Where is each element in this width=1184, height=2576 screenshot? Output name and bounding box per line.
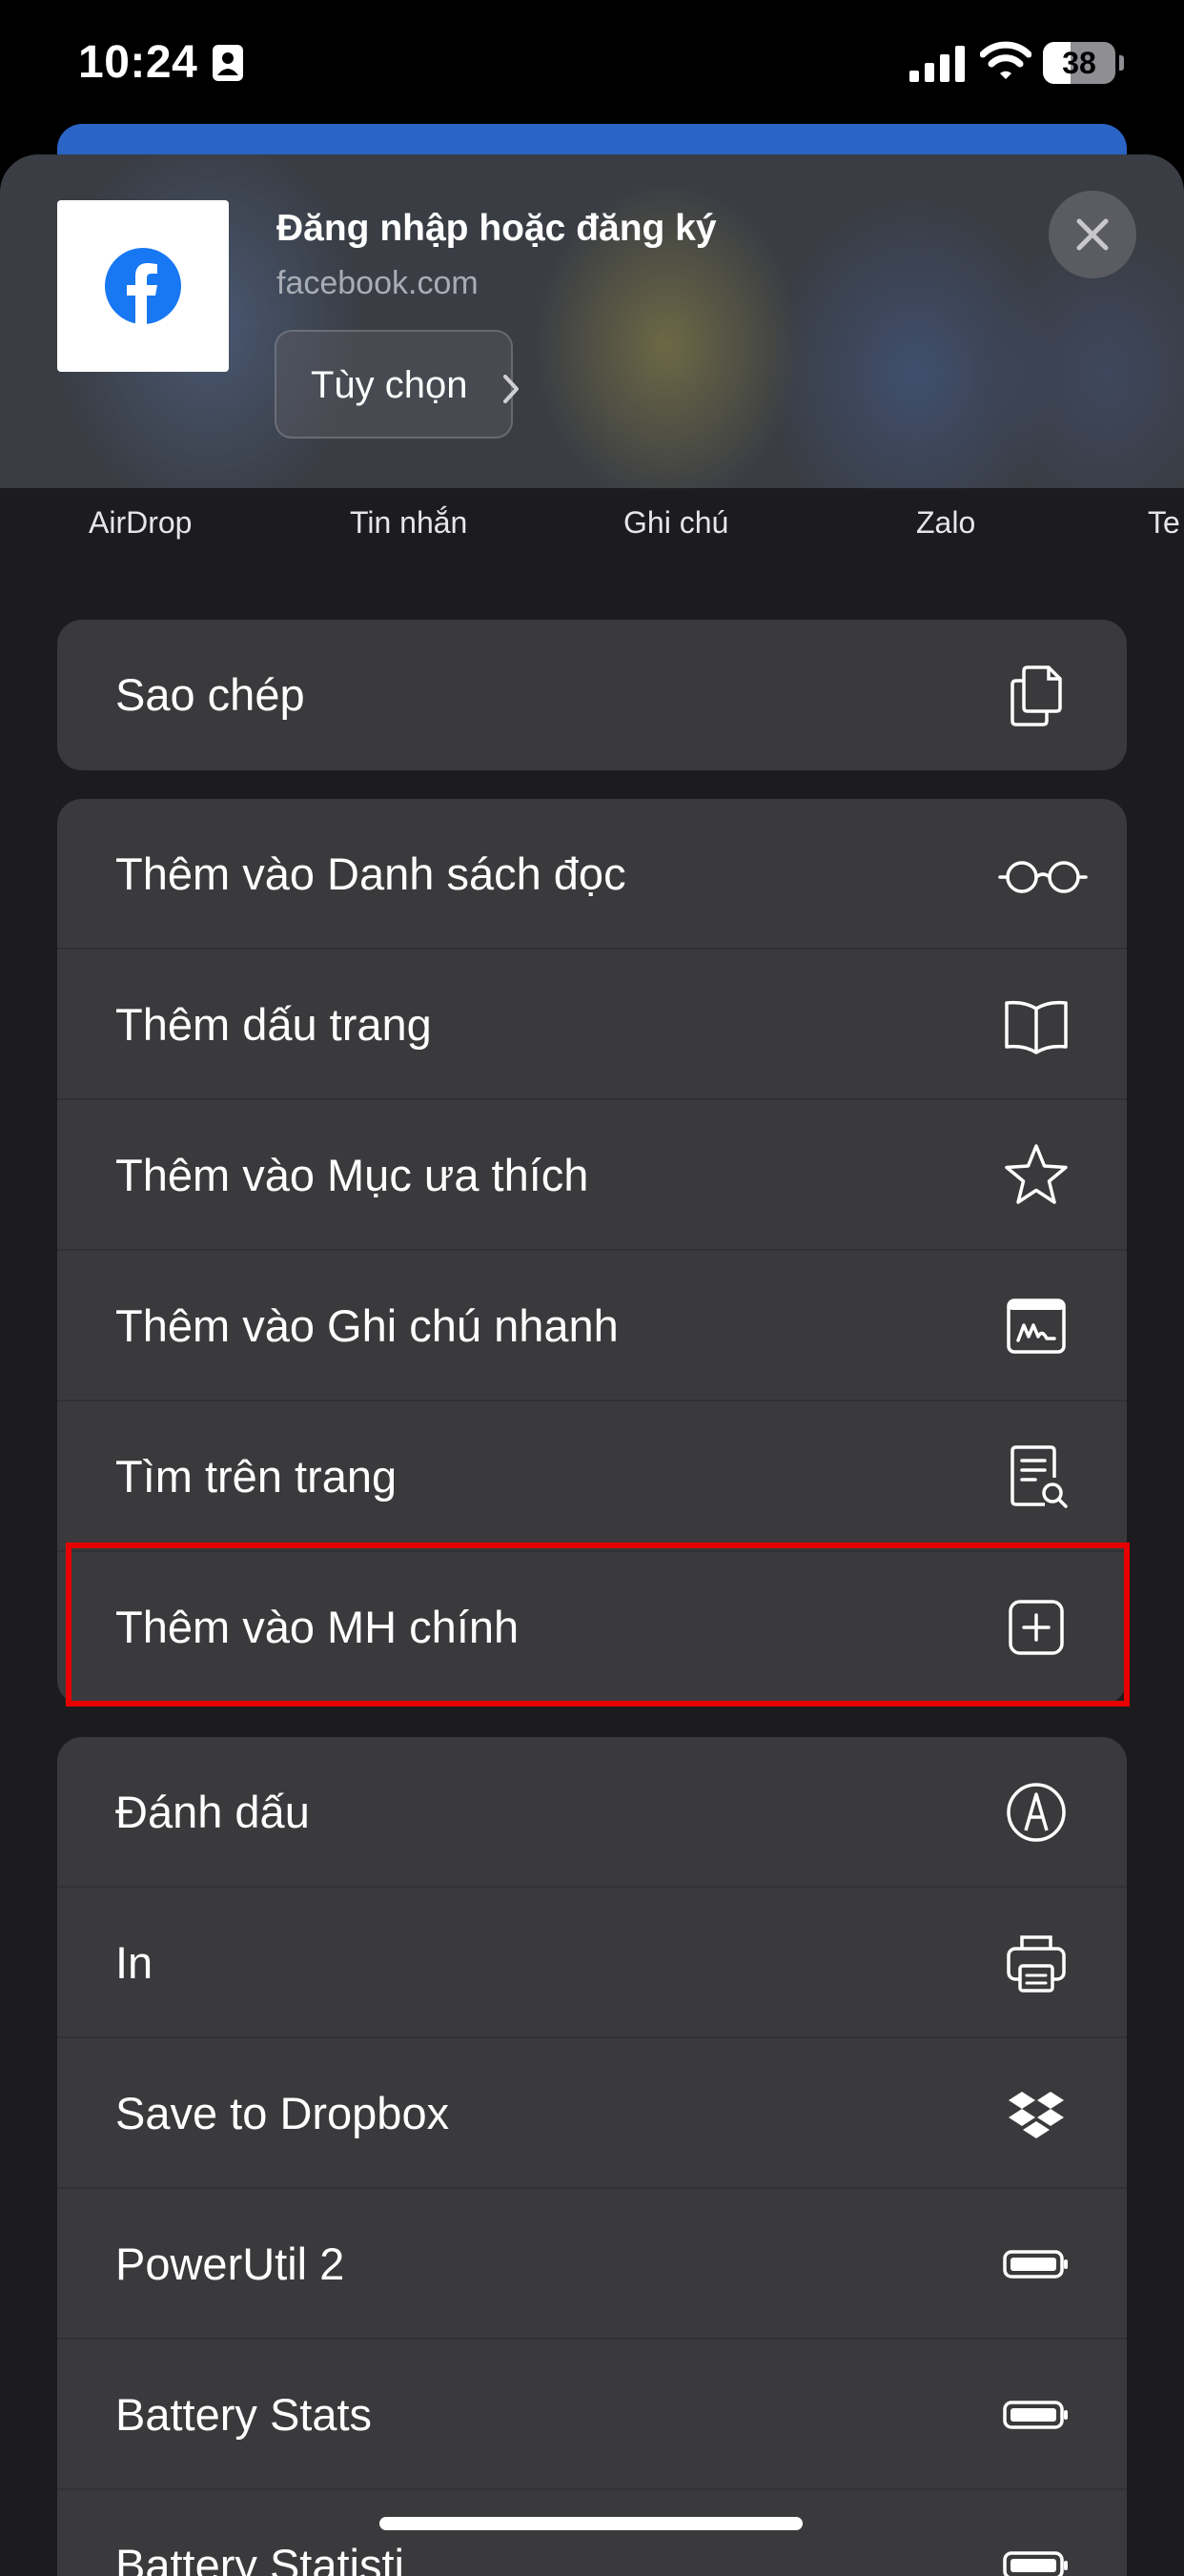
book-icon	[1005, 1000, 1068, 1054]
action-reading-list[interactable]: Thêm vào Danh sách đọc	[57, 799, 1127, 950]
home-indicator[interactable]	[379, 2517, 803, 2530]
battery-icon	[1003, 2250, 1068, 2279]
action-quick-note[interactable]: Thêm vào Ghi chú nhanh	[57, 1251, 1127, 1401]
action-battery-statistics[interactable]: Battery Statisti	[57, 2490, 1127, 2576]
printer-icon	[1007, 1935, 1066, 1993]
facebook-logo-icon	[105, 248, 181, 324]
share-sheet: Đăng nhập hoặc đăng ký facebook.com Tùy …	[0, 154, 1184, 2576]
find-page-icon	[1010, 1445, 1068, 1508]
chevron-right-icon	[503, 375, 519, 403]
copy-icon	[1010, 665, 1062, 726]
action-group-extensions: Đánh dấu In Save to Dropbox PowerUtil 2 …	[57, 1737, 1127, 2576]
options-label: Tùy chọn	[311, 364, 468, 406]
highlight-box	[66, 1543, 1130, 1707]
quick-note-icon	[1007, 1298, 1066, 1354]
action-group-copy: Sao chép	[57, 620, 1127, 770]
share-app-airdrop[interactable]: AirDrop	[89, 505, 192, 541]
battery-icon	[1003, 2551, 1068, 2576]
status-bar: 10:24 38	[0, 0, 1184, 133]
action-powerutil[interactable]: PowerUtil 2	[57, 2189, 1127, 2340]
action-label: Đánh dấu	[115, 1787, 310, 1837]
page-title: Đăng nhập hoặc đăng ký	[276, 208, 717, 249]
contact-card-icon	[213, 45, 243, 81]
share-app-zalo[interactable]: Zalo	[916, 505, 975, 541]
battery-indicator: 38	[1043, 42, 1124, 84]
share-header: Đăng nhập hoặc đăng ký facebook.com Tùy …	[0, 154, 1184, 488]
action-label: Battery Statisti	[115, 2540, 404, 2576]
action-label: Save to Dropbox	[115, 2088, 450, 2138]
options-button[interactable]: Tùy chọn	[275, 330, 519, 439]
action-label: PowerUtil 2	[115, 2239, 345, 2289]
glasses-icon	[998, 861, 1088, 893]
action-markup[interactable]: Đánh dấu	[57, 1737, 1127, 1888]
action-copy[interactable]: Sao chép	[57, 620, 1127, 770]
close-button[interactable]	[1049, 191, 1136, 278]
share-app-partial[interactable]: Te	[1148, 505, 1180, 541]
action-bookmark[interactable]: Thêm dấu trang	[57, 950, 1127, 1100]
action-find-on-page[interactable]: Tìm trên trang	[57, 1401, 1127, 1552]
cellular-signal-icon	[909, 46, 965, 82]
action-label: Thêm dấu trang	[115, 999, 432, 1050]
action-label: In	[115, 1937, 153, 1988]
wifi-icon	[980, 41, 1031, 79]
close-icon	[1076, 218, 1109, 251]
share-app-notes[interactable]: Ghi chú	[623, 505, 728, 541]
action-battery-stats[interactable]: Battery Stats	[57, 2340, 1127, 2490]
action-print[interactable]: In	[57, 1888, 1127, 2038]
action-label: Battery Stats	[115, 2389, 373, 2440]
share-app-messages[interactable]: Tin nhắn	[350, 505, 467, 541]
clock: 10:24	[78, 37, 198, 88]
page-url: facebook.com	[276, 265, 479, 301]
action-favorites[interactable]: Thêm vào Mục ưa thích	[57, 1100, 1127, 1251]
action-label: Tìm trên trang	[115, 1451, 398, 1502]
site-thumbnail	[57, 200, 229, 372]
action-label: Thêm vào Mục ưa thích	[115, 1150, 589, 1200]
markup-icon	[1007, 1783, 1066, 1842]
action-save-to-dropbox[interactable]: Save to Dropbox	[57, 2038, 1127, 2189]
battery-icon	[1003, 2401, 1068, 2429]
action-label: Thêm vào Ghi chú nhanh	[115, 1300, 619, 1351]
battery-percent: 38	[1062, 46, 1096, 80]
dropbox-icon	[1009, 2092, 1064, 2138]
action-label: Thêm vào Danh sách đọc	[115, 848, 626, 899]
action-label: Sao chép	[115, 669, 305, 720]
star-icon	[1005, 1144, 1068, 1204]
